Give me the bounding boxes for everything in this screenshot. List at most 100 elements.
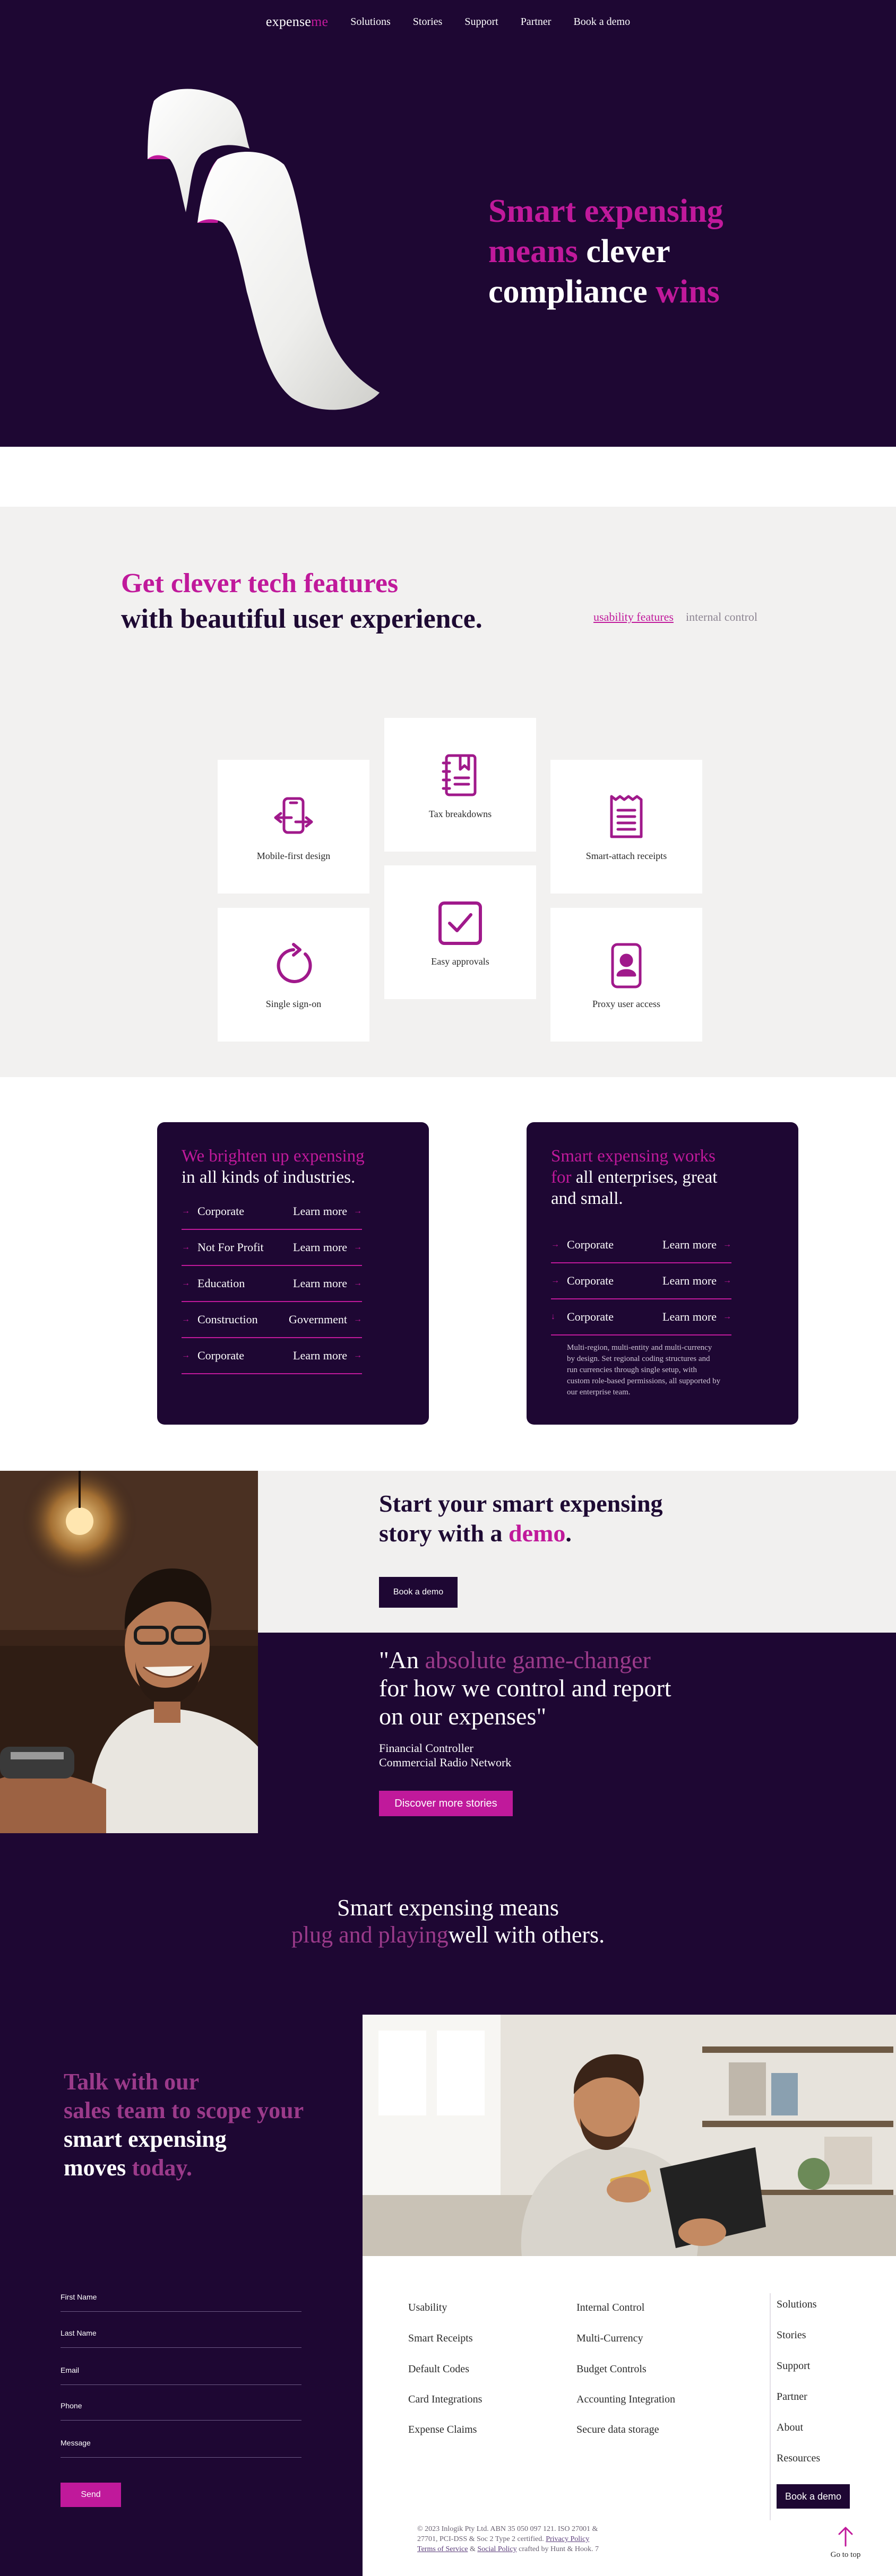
story-heading-line-2: story with a bbox=[379, 1520, 509, 1547]
industry-row[interactable]: → Corporate Learn more → bbox=[551, 1227, 731, 1263]
industry-row[interactable]: → Corporate Learn more → bbox=[182, 1194, 362, 1230]
industries-right-title: Smart expensing works for all enterprise… bbox=[551, 1146, 717, 1209]
industry-row[interactable]: → Corporate Learn more → bbox=[182, 1338, 362, 1374]
industry-row-expanded[interactable]: ↓ Corporate Learn more → bbox=[551, 1299, 731, 1335]
social-policy-link[interactable]: Social Policy bbox=[477, 2545, 516, 2553]
features-heading: Get clever tech features bbox=[121, 568, 399, 599]
logo-text: expense bbox=[265, 14, 312, 29]
hero-headline: Smart expensing means clever compliance … bbox=[488, 191, 723, 312]
arrow-right-icon: → bbox=[354, 1351, 362, 1360]
message-field[interactable]: Message bbox=[61, 2439, 301, 2458]
checkbox-icon bbox=[438, 901, 482, 945]
nav-solutions[interactable]: Solutions bbox=[350, 16, 391, 28]
learn-more-link[interactable]: Learn more bbox=[293, 1277, 347, 1290]
logo[interactable]: expenseme bbox=[266, 14, 328, 30]
industry-row[interactable]: → Construction Government → bbox=[182, 1302, 362, 1338]
nav-book-demo[interactable]: Book a demo bbox=[573, 16, 630, 28]
footer-link-multi-currency[interactable]: Multi-Currency bbox=[576, 2332, 643, 2345]
footer-link-accounting-integration[interactable]: Accounting Integration bbox=[576, 2393, 675, 2406]
legal-text: © 2023 Inlogik Pty Ltd. ABN 35 050 097 1… bbox=[417, 2524, 645, 2554]
field-label: First Name bbox=[61, 2293, 97, 2301]
footer-nav-partner[interactable]: Partner bbox=[777, 2391, 807, 2403]
industries-left-title: We brighten up expensing in all kinds of… bbox=[182, 1146, 365, 1188]
top-nav: expenseme Solutions Stories Support Part… bbox=[0, 14, 896, 30]
footer-nav-solutions[interactable]: Solutions bbox=[777, 2299, 817, 2311]
quote-line-3: on our expenses" bbox=[379, 1703, 547, 1730]
testimonial-quote: "An absolute game-changer for how we con… bbox=[379, 1646, 671, 1730]
learn-more-link[interactable]: Learn more bbox=[293, 1349, 347, 1363]
footer-nav-resources[interactable]: Resources bbox=[777, 2452, 820, 2465]
feature-label: Smart-attach receipts bbox=[585, 850, 667, 861]
receipt-icon bbox=[610, 795, 643, 838]
industry-name: Corporate bbox=[567, 1310, 614, 1323]
feature-card-smart-attach: Smart-attach receipts bbox=[550, 760, 702, 894]
arrow-right-icon: → bbox=[182, 1351, 190, 1360]
notebook-icon bbox=[442, 754, 477, 796]
learn-more-link[interactable]: Learn more bbox=[662, 1274, 717, 1288]
hero-line-1: Smart expensing bbox=[488, 193, 723, 229]
contact-line-1: Talk with our bbox=[64, 2069, 200, 2095]
nav-support[interactable]: Support bbox=[464, 16, 498, 28]
customer-photo-illustration bbox=[0, 1471, 258, 1833]
contact-line-4-accent: today. bbox=[132, 2155, 193, 2181]
footer-divider bbox=[770, 2293, 771, 2520]
learn-more-link[interactable]: Learn more bbox=[293, 1241, 347, 1254]
footer-nav-about[interactable]: About bbox=[777, 2422, 803, 2434]
arrow-right-icon: → bbox=[551, 1240, 559, 1249]
feature-card-single-sign-on: Single sign-on bbox=[218, 908, 369, 1042]
legal-line-1: © 2023 Inlogik Pty Ltd. ABN 35 050 097 1… bbox=[417, 2525, 598, 2533]
industries-section: We brighten up expensing in all kinds of… bbox=[0, 1077, 896, 1471]
footer-link-default-codes[interactable]: Default Codes bbox=[408, 2363, 469, 2375]
feature-card-easy-approvals: Easy approvals bbox=[384, 865, 536, 999]
footer-nav-stories[interactable]: Stories bbox=[777, 2329, 806, 2341]
field-label: Message bbox=[61, 2439, 91, 2447]
last-name-field[interactable]: Last Name bbox=[61, 2329, 301, 2348]
legal-credit: crafted by Hunt & Hook. 7 bbox=[516, 2545, 599, 2553]
footer-link-usability[interactable]: Usability bbox=[408, 2302, 447, 2314]
go-to-top-button[interactable]: Go to top bbox=[824, 2526, 867, 2560]
terms-link[interactable]: Terms of Service bbox=[417, 2545, 468, 2553]
arrow-right-icon: → bbox=[723, 1276, 731, 1285]
footer-link-card-integrations[interactable]: Card Integrations bbox=[408, 2393, 482, 2406]
footer-link-budget-controls[interactable]: Budget Controls bbox=[576, 2363, 647, 2375]
email-field[interactable]: Email bbox=[61, 2366, 301, 2385]
story-heading-line-1: Start your smart expensing bbox=[379, 1490, 663, 1517]
footer-book-demo-button[interactable]: Book a demo bbox=[777, 2484, 850, 2509]
user-phone-icon bbox=[611, 943, 642, 988]
contact-heading: Talk with our sales team to scope your s… bbox=[64, 2068, 304, 2182]
story-cta-section: Start your smart expensing story with a … bbox=[258, 1471, 896, 1633]
integrations-tail: well with others. bbox=[448, 1922, 605, 1948]
tab-usability-features[interactable]: usability features bbox=[593, 610, 674, 624]
phone-field[interactable]: Phone bbox=[61, 2401, 301, 2421]
privacy-policy-link[interactable]: Privacy Policy bbox=[546, 2535, 589, 2543]
learn-more-link[interactable]: Learn more bbox=[662, 1238, 717, 1252]
industry-row[interactable]: → Corporate Learn more → bbox=[551, 1263, 731, 1299]
footer-link-secure-data[interactable]: Secure data storage bbox=[576, 2424, 659, 2436]
footer-link-smart-receipts[interactable]: Smart Receipts bbox=[408, 2332, 473, 2345]
arrow-right-icon: → bbox=[551, 1276, 559, 1285]
footer-link-internal-control[interactable]: Internal Control bbox=[576, 2302, 644, 2314]
footer-link-expense-claims[interactable]: Expense Claims bbox=[408, 2424, 477, 2436]
hero-line-2-accent: means bbox=[488, 233, 578, 270]
story-heading: Start your smart expensing story with a … bbox=[379, 1489, 663, 1548]
send-button[interactable]: Send bbox=[61, 2483, 121, 2507]
learn-more-link[interactable]: Learn more bbox=[662, 1310, 717, 1324]
shopping-photo bbox=[363, 2015, 896, 2256]
industry-row[interactable]: → Not For Profit Learn more → bbox=[182, 1230, 362, 1266]
contact-line-3: smart expensing bbox=[64, 2126, 227, 2152]
nav-partner[interactable]: Partner bbox=[521, 16, 552, 28]
learn-more-link[interactable]: Government bbox=[289, 1313, 347, 1326]
features-subheading: with beautiful user experience. bbox=[121, 604, 483, 634]
hero-line-3-accent: wins bbox=[647, 274, 720, 310]
first-name-field[interactable]: First Name bbox=[61, 2293, 301, 2312]
tab-internal-control[interactable]: internal control bbox=[686, 610, 757, 624]
footer-nav-support[interactable]: Support bbox=[777, 2360, 810, 2372]
learn-more-link[interactable]: Learn more bbox=[293, 1204, 347, 1218]
story-heading-end: . bbox=[565, 1520, 572, 1547]
nav-stories[interactable]: Stories bbox=[413, 16, 443, 28]
author-role: Financial Controller bbox=[379, 1741, 473, 1755]
discover-stories-button[interactable]: Discover more stories bbox=[379, 1791, 513, 1816]
industry-row[interactable]: → Education Learn more → bbox=[182, 1266, 362, 1302]
book-demo-button[interactable]: Book a demo bbox=[379, 1577, 458, 1608]
legal-line-2: 27701, PCI-DSS & Soc 2 Type 2 certified. bbox=[417, 2535, 546, 2543]
